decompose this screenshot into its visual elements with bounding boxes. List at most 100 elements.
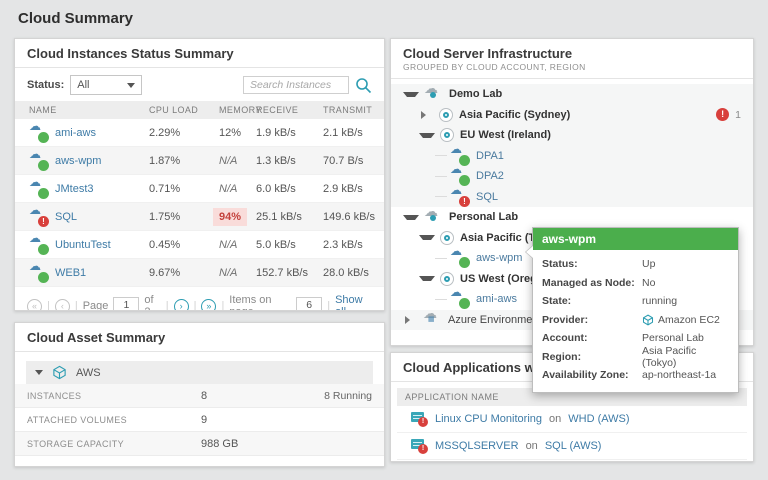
memory-cell: N/A [219,267,256,279]
tree-item-dpa1[interactable]: ☁DPA1 [391,146,753,167]
tree-item-demo-lab[interactable]: ☁Demo Lab [391,84,753,105]
node-link[interactable]: WHD (AWS) [568,413,629,425]
tree-item-dpa2[interactable]: ☁DPA2 [391,166,753,187]
search-icon[interactable] [355,77,372,94]
items-per-page-label: Items on page [229,294,291,311]
memory-cell: N/A [219,239,256,251]
app-conjunction: on [526,440,538,452]
receive-cell: 152.7 kB/s [256,267,323,279]
collapse-toggle-icon[interactable] [419,276,435,281]
cpu-load-cell: 0.71% [149,183,219,195]
instance-name-link[interactable]: SQL [55,211,77,223]
status-up-icon [38,188,49,199]
region-icon [440,272,454,286]
name-cell: ☁ aws-wpm [29,151,149,171]
page-input[interactable]: 1 [113,297,139,311]
items-per-page-input[interactable]: 6 [296,297,322,311]
tree-item-personal-lab[interactable]: ☁Personal Lab [391,207,753,228]
tree-label: aws-wpm [476,252,522,264]
cloud-instances-panel: Cloud Instances Status Summary Status: A… [14,38,385,311]
cloud-instance-icon: ☁! [29,207,49,227]
panel-title: Cloud Server Infrastructure [391,39,753,61]
column-header: MEMORY [219,105,256,115]
first-page-button[interactable]: « [27,299,42,312]
cloud-glyph-icon: ☁ [29,231,41,245]
asset-label: STORAGE CAPACITY [27,439,201,449]
collapse-toggle-icon [35,370,43,375]
page-label: Page [83,300,109,311]
tree-item-asia-pacific-sydney-[interactable]: Asia Pacific (Sydney)!1 [391,105,753,126]
tree-label: Demo Lab [449,88,502,100]
node-link[interactable]: SQL (AWS) [545,440,602,452]
next-page-button[interactable]: › [174,299,189,312]
show-all-link[interactable]: Show all [335,294,372,311]
table-row: ☁WEB19.67%N/A152.7 kB/s28.0 kB/s [15,259,384,287]
name-cell: ☁JMtest3 [29,179,149,199]
asset-value: 988 GB [201,438,372,450]
collapse-toggle-icon[interactable] [419,235,435,240]
instance-name-link[interactable]: aws-wpm [55,155,101,167]
application-link[interactable]: MSSQLSERVER [435,440,519,452]
table-row: ☁!SQL1.75%94%25.1 kB/s149.6 kB/s [15,203,384,231]
tree-item-sql[interactable]: ☁!SQL [391,187,753,208]
transmit-cell: 2.3 kB/s [323,239,384,251]
collapse-toggle-icon[interactable] [419,133,435,138]
expand-toggle-icon[interactable] [421,111,434,119]
tooltip-value: Personal Lab [642,332,704,344]
tree-connector [435,258,447,259]
instances-table-body: ☁ami-aws2.29%12%1.9 kB/s2.1 kB/s☁aws-wpm… [15,119,384,287]
tooltip-value: Asia Pacific (Tokyo) [642,345,729,369]
tree-label: Personal Lab [449,211,518,223]
cloud-asset-panel: Cloud Asset Summary AWS INSTANCES88 Runn… [14,322,385,467]
prev-page-button[interactable]: ‹ [55,299,70,312]
transmit-cell: 28.0 kB/s [323,267,384,279]
page-of-label: of 2 [144,294,160,311]
tooltip-row: Availability Zone:ap-northeast-1a [542,366,729,385]
tree-item-eu-west-ireland-[interactable]: EU West (Ireland) [391,125,753,146]
pagination: « | ‹ | Page 1 of 2 | › | » | Items on p… [15,287,384,311]
expand-toggle-icon[interactable] [405,316,418,324]
instance-name-link[interactable]: WEB1 [55,267,86,279]
name-cell: ☁! SQL [29,207,149,227]
tooltip-value: Up [642,258,655,270]
name-cell: ☁ ami-aws [29,123,149,143]
instance-name-link[interactable]: ami-aws [55,127,96,139]
asset-row: ATTACHED VOLUMES9 [15,408,384,432]
status-filter-select[interactable]: All [70,75,142,95]
region-icon [440,128,454,142]
cloud-instance-icon: ☁ [29,151,49,171]
tree-label: EU West (Ireland) [460,129,551,141]
tree-label: DPA1 [476,150,504,162]
tree-label: ami-aws [476,293,517,305]
aws-group-header[interactable]: AWS [26,361,373,384]
status-critical-icon: ! [459,196,470,207]
cloud-summary-page: Cloud Summary Cloud Instances Status Sum… [0,0,768,480]
cloud-glyph-icon: ☁ [450,162,462,176]
instance-name-link[interactable]: UbuntuTest [55,239,111,251]
tree-label: Azure Environment [448,314,542,326]
instance-name-link[interactable]: JMtest3 [55,183,94,195]
transmit-cell: 149.6 kB/s [323,211,384,223]
app-conjunction: on [549,413,561,425]
application-link[interactable]: Linux CPU Monitoring [435,413,542,425]
tree-label: SQL [476,191,498,203]
column-header: TRANSMIT [323,105,384,115]
instance-tooltip: aws-wpm Status:UpManaged as Node:NoState… [532,227,739,393]
status-up-icon [38,272,49,283]
cloud-instance-icon: ☁ [450,289,470,309]
tooltip-row: Provider:Amazon EC2 [542,311,729,330]
last-page-button[interactable]: » [201,299,216,312]
cloud-instance-icon: ☁ [29,263,49,283]
table-row: ☁aws-wpm1.87%N/A1.3 kB/s70.7 B/s [15,147,384,175]
search-input[interactable] [243,76,349,94]
collapse-toggle-icon[interactable] [403,215,419,220]
na-value: N/A [219,267,237,279]
receive-cell: 25.1 kB/s [256,211,323,223]
cloud-instance-icon: ☁ [29,123,49,143]
collapse-toggle-icon[interactable] [403,92,419,97]
status-up-icon [459,257,470,268]
name-cell: ☁UbuntuTest [29,235,149,255]
table-row: ☁ami-aws2.29%12%1.9 kB/s2.1 kB/s [15,119,384,147]
asset-value: 9 [201,414,372,426]
cloud-glyph-icon: ☁ [29,175,41,189]
